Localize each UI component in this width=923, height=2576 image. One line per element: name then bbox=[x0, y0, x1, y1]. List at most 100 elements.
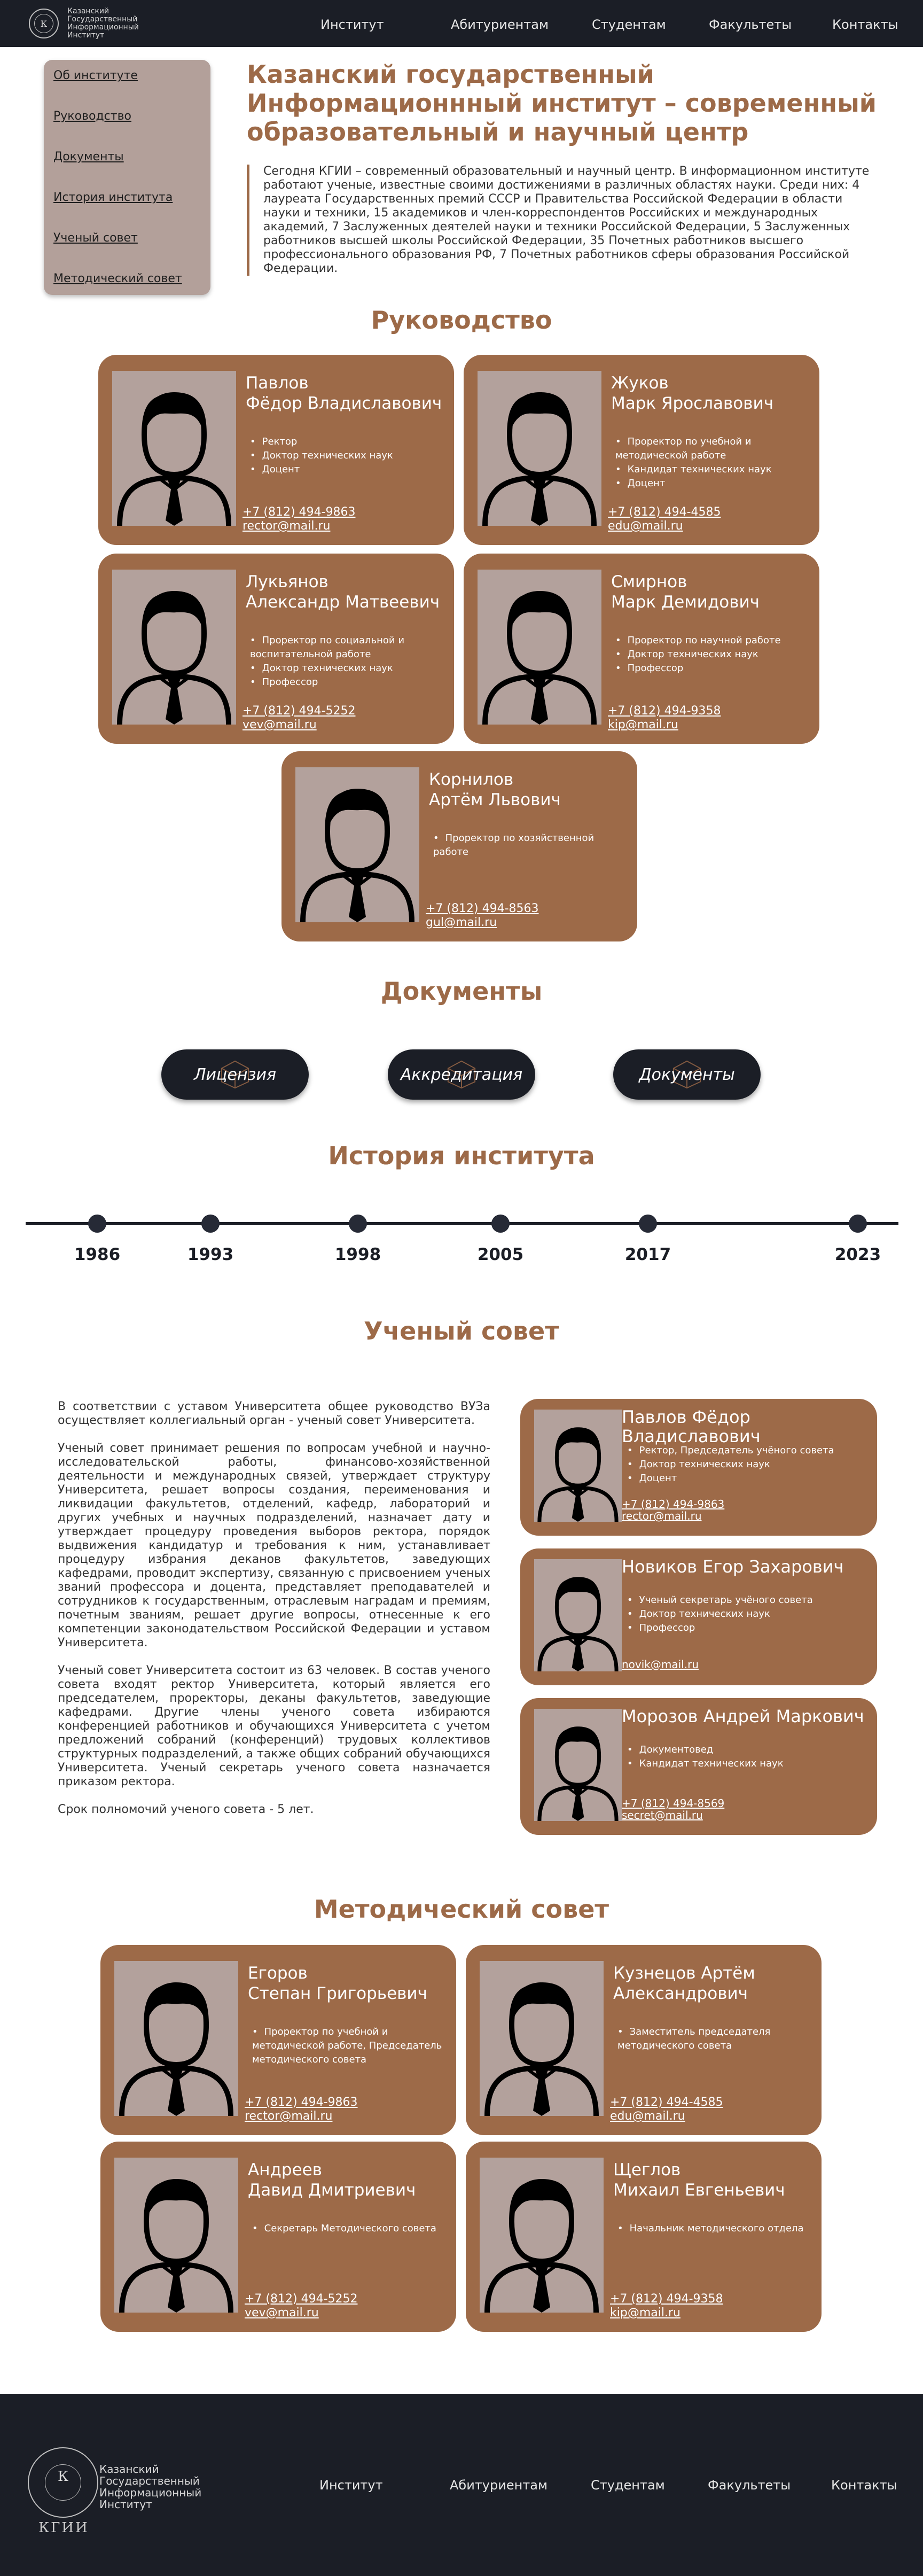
role-item: Ректор bbox=[250, 435, 442, 449]
role-item: Проректор по учебной и методической рабо… bbox=[615, 435, 808, 463]
sidebar-item-council[interactable]: Ученый совет bbox=[53, 232, 210, 245]
role-item: Доктор технических наук bbox=[250, 449, 442, 463]
phone-link[interactable]: +7 (812) 494-9863 bbox=[245, 2096, 358, 2110]
avatar bbox=[295, 767, 419, 922]
nav-contacts[interactable]: Контакты bbox=[832, 17, 898, 32]
footer-nav-students[interactable]: Студентам bbox=[591, 2478, 665, 2493]
phone-link[interactable]: +7 (812) 494-9863 bbox=[243, 505, 356, 519]
role-item: Проректор по учебной и методической рабо… bbox=[252, 2025, 444, 2067]
person-given-name: Александрович bbox=[613, 1984, 748, 2003]
timeline-dot[interactable] bbox=[491, 1215, 510, 1233]
phone-link[interactable]: +7 (812) 494-5252 bbox=[245, 2292, 358, 2306]
site-footer: К КГИИ Казанский Государственный Информа… bbox=[0, 2394, 923, 2576]
role-item: Документовед bbox=[627, 1743, 862, 1757]
person-surname: Андреев bbox=[248, 2160, 323, 2180]
footer-nav-contacts[interactable]: Контакты bbox=[831, 2478, 897, 2493]
email-link[interactable]: rector@mail.ru bbox=[622, 1510, 724, 1522]
email-link[interactable]: kip@mail.ru bbox=[610, 2306, 723, 2320]
email-link[interactable]: edu@mail.ru bbox=[608, 519, 721, 533]
person-surname: Лукьянов bbox=[246, 572, 328, 592]
avatar bbox=[114, 2158, 238, 2313]
sidebar-item-leadership[interactable]: Руководство bbox=[53, 110, 210, 123]
role-item: Секретарь Методического совета bbox=[252, 2222, 444, 2236]
member-name: Морозов Андрей Маркович bbox=[622, 1706, 864, 1726]
nav-faculties[interactable]: Факультеты bbox=[709, 17, 792, 32]
avatar bbox=[534, 1709, 622, 1821]
person-surname: Павлов bbox=[246, 373, 309, 393]
header-logo[interactable]: К Казанский Государственный Информационн… bbox=[29, 7, 142, 40]
timeline-dot[interactable] bbox=[849, 1215, 867, 1233]
avatar bbox=[480, 1961, 604, 2116]
timeline-dot[interactable] bbox=[639, 1215, 657, 1233]
footer-nav-faculties[interactable]: Факультеты bbox=[708, 2478, 791, 2493]
email-link[interactable]: edu@mail.ru bbox=[610, 2110, 723, 2123]
phone-link[interactable]: +7 (812) 494-5252 bbox=[243, 704, 356, 718]
email-link[interactable]: vev@mail.ru bbox=[243, 718, 356, 732]
phone-link[interactable]: +7 (812) 494-8563 bbox=[426, 902, 539, 916]
person-name: Корнилов Артём Львович bbox=[429, 769, 561, 810]
phone-link[interactable]: +7 (812) 494-9358 bbox=[608, 704, 721, 718]
person-given-name: Марк Ярославович bbox=[611, 394, 774, 413]
person-card: ЩегловМихаил Евгеньевич Начальник методич… bbox=[466, 2142, 822, 2332]
contact-block: +7 (812) 494-9358 kip@mail.ru bbox=[608, 704, 721, 732]
role-list: Проректор по учебной и методической рабо… bbox=[615, 435, 808, 491]
contact-block: novik@mail.ru bbox=[622, 1659, 699, 1670]
person-name: Егоров Степан Григорьевич bbox=[248, 1963, 427, 2004]
sidebar-item-about[interactable]: Об институте bbox=[53, 69, 210, 82]
phone-link[interactable]: +7 (812) 494-9863 bbox=[622, 1498, 724, 1510]
footer-nav-institute[interactable]: Институт bbox=[319, 2478, 383, 2493]
role-list: Ректор, Председатель учёного советаДокто… bbox=[627, 1444, 862, 1485]
avatar bbox=[112, 570, 236, 725]
email-link[interactable]: rector@mail.ru bbox=[243, 519, 356, 533]
logo-text: Казанский Государственный Информационный… bbox=[67, 7, 139, 40]
phone-link[interactable]: +7 (812) 494-8569 bbox=[622, 1797, 724, 1809]
person-surname: Смирнов bbox=[611, 572, 687, 592]
nav-institute[interactable]: Институт bbox=[320, 17, 384, 32]
contact-block: +7 (812) 494-5252 vev@mail.ru bbox=[245, 2292, 358, 2320]
council-text: В соответствии с уставом Университета об… bbox=[58, 1400, 490, 1831]
contact-block: +7 (812) 494-8569 secret@mail.ru bbox=[622, 1797, 724, 1821]
nav-students[interactable]: Студентам bbox=[592, 17, 666, 32]
sidebar-item-history[interactable]: История института bbox=[53, 191, 210, 204]
timeline-dot[interactable] bbox=[88, 1215, 106, 1233]
person-name: Кузнецов Артём Александрович bbox=[613, 1963, 755, 2004]
avatar bbox=[114, 1961, 238, 2116]
role-item: Профессор bbox=[615, 661, 808, 675]
contact-block: +7 (812) 494-4585 edu@mail.ru bbox=[608, 505, 721, 533]
documents-button[interactable]: Документы bbox=[613, 1049, 761, 1100]
timeline-year: 1998 bbox=[334, 1245, 381, 1264]
member-name: Павлов Фёдор Владиславович bbox=[622, 1407, 761, 1446]
person-card: Кузнецов АртёмАлександрович Заместитель п… bbox=[466, 1945, 822, 2135]
contact-block: +7 (812) 494-5252 vev@mail.ru bbox=[243, 704, 356, 732]
avatar bbox=[478, 371, 601, 526]
sidebar-item-documents[interactable]: Документы bbox=[53, 151, 210, 164]
sidebar-item-method[interactable]: Методический совет bbox=[53, 273, 210, 285]
role-list: Проректор по хозяйственной работе bbox=[433, 831, 625, 859]
person-name: Павлов Фёдор Владиславович bbox=[246, 373, 442, 414]
email-link[interactable]: kip@mail.ru bbox=[608, 718, 721, 732]
timeline-dot[interactable] bbox=[349, 1215, 367, 1233]
avatar bbox=[112, 371, 236, 526]
nav-applicants[interactable]: Абитуриентам bbox=[451, 17, 549, 32]
email-link[interactable]: rector@mail.ru bbox=[245, 2110, 358, 2123]
email-link[interactable]: vev@mail.ru bbox=[245, 2306, 358, 2320]
license-button[interactable]: Лицензия bbox=[161, 1049, 309, 1100]
role-item: Доктор технических наук bbox=[615, 648, 808, 661]
email-link[interactable]: novik@mail.ru bbox=[622, 1659, 699, 1670]
accreditation-button[interactable]: Аккредитация bbox=[388, 1049, 535, 1100]
person-card: ПавловФёдор Владиславович РекторДоктор те… bbox=[98, 355, 454, 545]
phone-link[interactable]: +7 (812) 494-9358 bbox=[610, 2292, 723, 2306]
phone-link[interactable]: +7 (812) 494-4585 bbox=[608, 505, 721, 519]
email-link[interactable]: gul@mail.ru bbox=[426, 916, 539, 930]
person-card: КорниловАртём Львович Проректор по хозяйс… bbox=[281, 751, 637, 941]
phone-link[interactable]: +7 (812) 494-4585 bbox=[610, 2096, 723, 2110]
role-item: Доктор технических наук bbox=[250, 661, 442, 675]
footer-abbr: КГИИ bbox=[38, 2520, 89, 2536]
footer-nav-applicants[interactable]: Абитуриентам bbox=[450, 2478, 547, 2493]
contact-block: +7 (812) 494-9863 rector@mail.ru bbox=[243, 505, 356, 533]
member-name: Новиков Егор Захарович bbox=[622, 1557, 844, 1577]
role-list: ДокументоведКандидат технических наук bbox=[627, 1743, 862, 1771]
timeline-dot[interactable] bbox=[201, 1215, 220, 1233]
email-link[interactable]: secret@mail.ru bbox=[622, 1809, 724, 1821]
person-card: АндреевДавид Дмитриевич Секретарь Методич… bbox=[100, 2142, 456, 2332]
